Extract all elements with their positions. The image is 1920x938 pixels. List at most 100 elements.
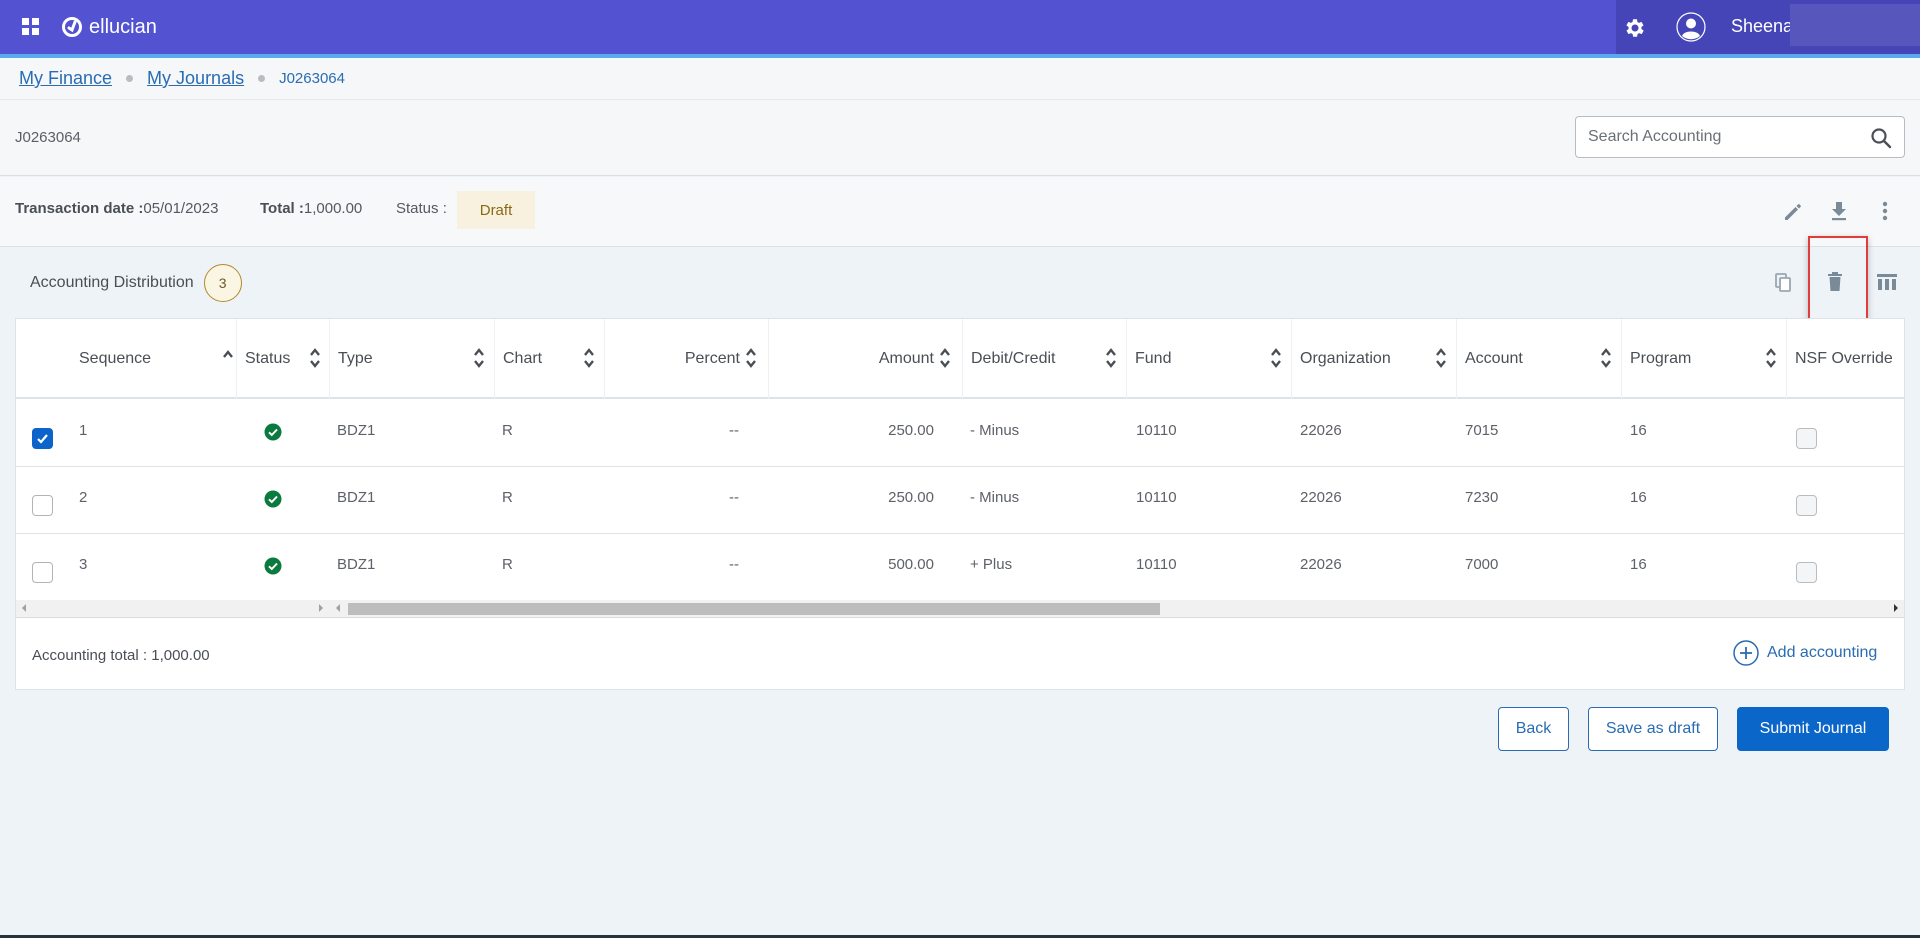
col-fund[interactable]: Fund bbox=[1126, 319, 1291, 399]
row-select-checkbox[interactable] bbox=[32, 562, 53, 583]
app-grid-icon[interactable] bbox=[22, 18, 39, 35]
ellucian-logo-icon bbox=[62, 17, 82, 37]
col-type-label: Type bbox=[338, 350, 373, 367]
sort-icon[interactable] bbox=[473, 347, 485, 369]
ellucian-logo[interactable]: ellucian bbox=[61, 14, 157, 40]
cell-sequence: 3 bbox=[79, 556, 88, 573]
table-row[interactable]: 1 BDZ1 R -- 250.00 - Minus 10110 22026 7… bbox=[16, 400, 1904, 467]
table-row[interactable]: 2 BDZ1 R -- 250.00 - Minus 10110 22026 7… bbox=[16, 467, 1904, 534]
page-title: J0263064 bbox=[15, 129, 81, 146]
add-circle-icon bbox=[1733, 640, 1759, 666]
cell-fund: 10110 bbox=[1136, 556, 1177, 573]
col-account-label: Account bbox=[1465, 350, 1523, 367]
nsf-override-checkbox[interactable] bbox=[1796, 495, 1817, 516]
nsf-override-checkbox[interactable] bbox=[1796, 428, 1817, 449]
status-label: Status : bbox=[396, 200, 447, 217]
copy-icon[interactable] bbox=[1774, 272, 1794, 294]
col-program-label: Program bbox=[1630, 350, 1692, 367]
back-button[interactable]: Back bbox=[1498, 707, 1569, 751]
sort-icon[interactable] bbox=[309, 347, 321, 369]
col-status[interactable]: Status bbox=[236, 319, 329, 399]
cell-sequence: 2 bbox=[79, 489, 88, 506]
sort-asc-icon[interactable] bbox=[222, 349, 234, 359]
breadcrumb-my-finance[interactable]: My Finance bbox=[19, 68, 112, 89]
sort-icon[interactable] bbox=[1600, 347, 1612, 369]
count-badge: 3 bbox=[203, 264, 242, 302]
search-accounting-box bbox=[1575, 116, 1905, 158]
user-name[interactable]: Sheena bbox=[1731, 16, 1793, 37]
col-organization[interactable]: Organization bbox=[1291, 319, 1456, 399]
cell-debit-credit: - Minus bbox=[970, 422, 1020, 439]
edit-icon[interactable] bbox=[1782, 201, 1804, 223]
breadcrumb-separator bbox=[258, 75, 266, 82]
search-input[interactable] bbox=[1588, 117, 1858, 157]
cell-amount: 250.00 bbox=[888, 489, 934, 506]
horizontal-scrollbar[interactable] bbox=[16, 600, 1904, 618]
breadcrumb-my-journals[interactable]: My Journals bbox=[147, 68, 244, 89]
col-type[interactable]: Type bbox=[329, 319, 494, 399]
col-nsf-override[interactable]: NSF Override bbox=[1786, 319, 1904, 399]
col-chart[interactable]: Chart bbox=[494, 319, 604, 399]
checkmark-icon bbox=[37, 434, 48, 444]
redacted-username-area bbox=[1790, 4, 1920, 46]
download-icon[interactable] bbox=[1828, 199, 1850, 223]
scroll-left-arrow-icon[interactable] bbox=[336, 604, 340, 612]
nsf-override-checkbox[interactable] bbox=[1796, 562, 1817, 583]
scroll-right-arrow-icon[interactable] bbox=[319, 604, 323, 612]
cell-account: 7015 bbox=[1465, 422, 1499, 439]
col-percent[interactable]: Percent bbox=[604, 319, 768, 399]
col-amount-label: Amount bbox=[878, 350, 934, 367]
scrollbar-thumb[interactable] bbox=[348, 603, 1160, 615]
table-header: Sequence Status Type Chart Percent Amoun… bbox=[16, 319, 1904, 399]
cell-organization: 22026 bbox=[1300, 556, 1342, 573]
save-as-draft-button[interactable]: Save as draft bbox=[1588, 707, 1718, 751]
transaction-summary-bar: Transaction date :05/01/2023 Total :1,00… bbox=[0, 177, 1920, 247]
breadcrumb-current: J0263064 bbox=[279, 70, 345, 87]
transaction-date: Transaction date :05/01/2023 bbox=[15, 200, 218, 217]
col-sequence[interactable]: Sequence bbox=[79, 319, 251, 399]
more-vertical-icon[interactable] bbox=[1878, 200, 1892, 222]
status-success-icon bbox=[264, 423, 282, 441]
col-sequence-label: Sequence bbox=[79, 350, 152, 367]
cell-fund: 10110 bbox=[1136, 422, 1177, 439]
row-select-checkbox[interactable] bbox=[32, 495, 53, 516]
breadcrumb-separator bbox=[126, 75, 134, 82]
sort-icon[interactable] bbox=[939, 347, 951, 369]
sort-icon[interactable] bbox=[1765, 347, 1777, 369]
col-percent-label: Percent bbox=[684, 350, 740, 367]
cell-type: BDZ1 bbox=[337, 556, 376, 573]
row-select-checkbox[interactable] bbox=[32, 428, 53, 449]
submit-journal-button[interactable]: Submit Journal bbox=[1737, 707, 1889, 751]
cell-amount: 250.00 bbox=[888, 422, 934, 439]
sort-icon[interactable] bbox=[1105, 347, 1117, 369]
brand-name: ellucian bbox=[89, 15, 157, 38]
sort-icon[interactable] bbox=[1270, 347, 1282, 369]
col-debit-credit[interactable]: Debit/Credit bbox=[962, 319, 1126, 399]
sort-icon[interactable] bbox=[583, 347, 595, 369]
col-debit-credit-label: Debit/Credit bbox=[971, 350, 1056, 367]
add-accounting-button[interactable]: Add accounting bbox=[1733, 640, 1877, 666]
accounting-distribution-header: Accounting Distribution 3 bbox=[30, 264, 242, 302]
cell-account: 7230 bbox=[1465, 489, 1499, 506]
col-amount[interactable]: Amount bbox=[768, 319, 962, 399]
cell-debit-credit: - Minus bbox=[970, 489, 1020, 506]
columns-icon[interactable] bbox=[1876, 272, 1898, 292]
cell-program: 16 bbox=[1630, 489, 1647, 506]
col-account[interactable]: Account bbox=[1456, 319, 1621, 399]
cell-account: 7000 bbox=[1465, 556, 1499, 573]
search-icon[interactable] bbox=[1870, 127, 1892, 149]
accounting-total: Accounting total : 1,000.00 bbox=[32, 647, 210, 664]
user-avatar-icon[interactable] bbox=[1676, 12, 1706, 42]
cell-organization: 22026 bbox=[1300, 422, 1342, 439]
gear-icon[interactable] bbox=[1623, 16, 1647, 40]
scroll-left-arrow-icon[interactable] bbox=[22, 604, 26, 612]
table-row[interactable]: 3 BDZ1 R -- 500.00 + Plus 10110 22026 70… bbox=[16, 534, 1904, 601]
col-program[interactable]: Program bbox=[1621, 319, 1786, 399]
cell-organization: 22026 bbox=[1300, 489, 1342, 506]
col-fund-label: Fund bbox=[1135, 350, 1172, 367]
sort-icon[interactable] bbox=[1435, 347, 1447, 369]
status-success-icon bbox=[264, 490, 282, 508]
status-badge: Draft bbox=[457, 191, 535, 229]
scroll-right-arrow-icon[interactable] bbox=[1894, 604, 1898, 612]
sort-icon[interactable] bbox=[745, 347, 757, 369]
